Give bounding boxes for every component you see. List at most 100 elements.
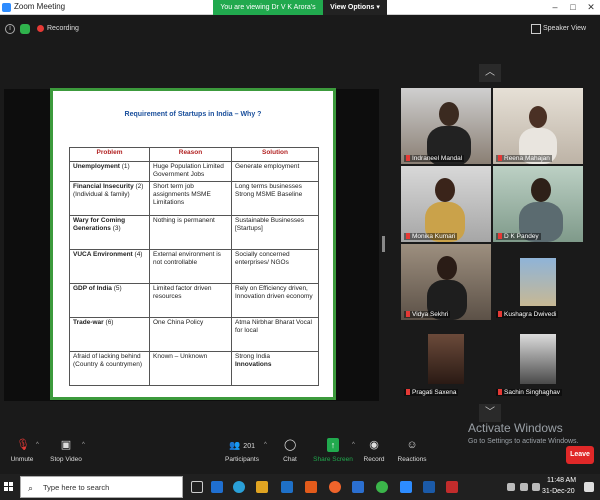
- participant-tile[interactable]: Reena Mahajan: [493, 88, 583, 164]
- problem-rest: (1): [119, 163, 130, 170]
- leave-button[interactable]: Leave: [566, 446, 594, 464]
- participant-name-text: Pragati Saxena: [412, 389, 457, 396]
- solution-cell: Sustainable Businesses [Startups]: [231, 215, 319, 250]
- participant-tile[interactable]: Pragati Saxena: [401, 322, 491, 398]
- video-options-caret-icon[interactable]: ^: [82, 442, 85, 448]
- minimize-icon[interactable]: –: [546, 0, 564, 15]
- participant-name-text: Vidya Sekhri: [412, 311, 449, 318]
- chat-button[interactable]: ◯ Chat: [278, 432, 302, 472]
- participant-name-text: Monika Kumari: [412, 233, 456, 240]
- muted-microphone-icon: 🎙: [16, 439, 30, 451]
- unmute-button[interactable]: 🎙 Unmute: [6, 432, 38, 472]
- task-view-icon[interactable]: [191, 481, 203, 493]
- panel-splitter-handle[interactable]: [382, 236, 385, 252]
- header-solution: Solution: [231, 147, 319, 162]
- problem-bold: Financial Insecurity: [73, 183, 134, 190]
- startup-requirements-table: Problem Reason Solution Unemployment (1)…: [69, 147, 319, 386]
- chat-label: Chat: [283, 456, 297, 463]
- share-screen-button[interactable]: ↑ Share Screen: [313, 432, 353, 472]
- problem-bold: Trade-war: [73, 319, 104, 326]
- muted-mic-icon: [406, 389, 410, 396]
- participant-tile[interactable]: Sachin Singhaghav: [493, 322, 583, 398]
- folder-icon[interactable]: [256, 481, 268, 493]
- participant-name: Pragati Saxena: [404, 389, 459, 396]
- stop-video-label: Stop Video: [50, 456, 82, 463]
- muted-mic-icon: [406, 155, 410, 162]
- share-screen-label: Share Screen: [313, 456, 353, 463]
- grid-icon: [531, 24, 541, 34]
- reason-cell: Limited factor driven resources: [149, 283, 232, 318]
- zoom-taskbar-icon[interactable]: [400, 481, 412, 493]
- search-icon: ⌕: [28, 483, 34, 493]
- recording-label: Recording: [47, 25, 79, 32]
- mail-icon[interactable]: [281, 481, 293, 493]
- record-icon: ◉: [369, 439, 379, 451]
- chevron-down-icon[interactable]: ﹀: [479, 404, 501, 422]
- table-row: Trade-war (6) One China Policy Atma Nirb…: [69, 317, 319, 352]
- network-icon[interactable]: [520, 483, 528, 491]
- windows-taskbar: ⌕ Type here to search 11:48 AM 31-Dec-20: [0, 474, 600, 500]
- activate-windows-title: Activate Windows: [468, 421, 563, 435]
- encryption-shield-icon[interactable]: [20, 24, 30, 34]
- person-head: [437, 256, 457, 280]
- table-row: VUCA Environment (4) External environmen…: [69, 249, 319, 284]
- participant-tile[interactable]: Indraneel Mandal: [401, 88, 491, 164]
- person-head: [435, 178, 455, 202]
- muted-mic-icon: [498, 311, 502, 318]
- stop-video-button[interactable]: ▣ Stop Video: [48, 432, 84, 472]
- record-button[interactable]: ◉ Record: [361, 432, 387, 472]
- participants-caret-icon[interactable]: ^: [264, 442, 267, 448]
- muted-mic-icon: [406, 233, 410, 240]
- video-camera-icon: ▣: [60, 439, 72, 451]
- participant-name-text: D K Pandey: [504, 233, 539, 240]
- clock-date[interactable]: 31-Dec-20: [542, 488, 575, 495]
- participant-tile[interactable]: Monika Kumari: [401, 166, 491, 242]
- reason-cell: Huge Population Limited Government Jobs: [149, 161, 232, 182]
- firefox-icon[interactable]: [329, 481, 341, 493]
- word-icon[interactable]: [352, 481, 364, 493]
- slide-title: Requirement of Startups in India – Why ?: [124, 111, 262, 118]
- meeting-status-bar: i Recording Speaker View: [0, 16, 600, 42]
- participant-name-text: Kushagra Dwivedi: [504, 311, 557, 318]
- problem-rest: (3): [110, 225, 121, 232]
- share-options-caret-icon[interactable]: ^: [352, 442, 355, 448]
- chevron-up-icon[interactable]: ︿: [479, 64, 501, 82]
- volume-icon[interactable]: [532, 483, 540, 491]
- solution-cell: Strong India Innovations: [231, 351, 319, 386]
- solution-bold: Innovations: [235, 361, 272, 368]
- participant-tile[interactable]: Vidya Sekhri: [401, 244, 491, 320]
- table-row: Financial Insecurity (2) (Individual & f…: [69, 181, 319, 216]
- profile-photo: [520, 258, 556, 306]
- windows-start-icon[interactable]: [4, 482, 14, 492]
- maximize-icon[interactable]: □: [564, 0, 582, 15]
- taskbar-search-box[interactable]: ⌕ Type here to search: [20, 476, 183, 498]
- participant-name: Kushagra Dwivedi: [496, 311, 559, 318]
- tray-chevron-icon[interactable]: [507, 483, 515, 491]
- record-label: Record: [363, 456, 385, 463]
- profile-photo: [520, 334, 556, 384]
- reactions-button[interactable]: ☺ Reactions: [396, 432, 428, 472]
- participants-button[interactable]: 👥 201 Participants: [222, 432, 262, 472]
- solution-cell: Rely on Efficiency driven, Innovation dr…: [231, 283, 319, 318]
- table-row: Wary for Coming Generations (3) Nothing …: [69, 215, 319, 250]
- edge-browser-icon[interactable]: [233, 481, 245, 493]
- view-options-button[interactable]: View Options ▾: [323, 0, 387, 15]
- meeting-info-icon[interactable]: i: [5, 24, 15, 34]
- media-player-icon[interactable]: [446, 481, 458, 493]
- close-icon[interactable]: ✕: [582, 0, 600, 15]
- file-explorer-icon[interactable]: [211, 481, 223, 493]
- clock-time[interactable]: 11:48 AM: [547, 477, 576, 484]
- photos-icon[interactable]: [423, 481, 435, 493]
- audio-options-caret-icon[interactable]: ^: [36, 442, 39, 448]
- participant-name-text: Indraneel Mandal: [412, 155, 463, 162]
- window-title: Zoom Meeting: [14, 2, 66, 11]
- problem-cell: Wary for Coming Generations (3): [69, 215, 150, 250]
- speaker-view-button[interactable]: Speaker View: [531, 22, 597, 37]
- participant-tile[interactable]: D K Pandey: [493, 166, 583, 242]
- emoji-reaction-icon: ☺: [406, 439, 418, 451]
- person-head: [439, 102, 459, 126]
- notifications-icon[interactable]: [584, 482, 594, 492]
- participant-tile[interactable]: Kushagra Dwivedi: [493, 244, 583, 320]
- chrome-icon[interactable]: [376, 481, 388, 493]
- powerpoint-icon[interactable]: [305, 481, 317, 493]
